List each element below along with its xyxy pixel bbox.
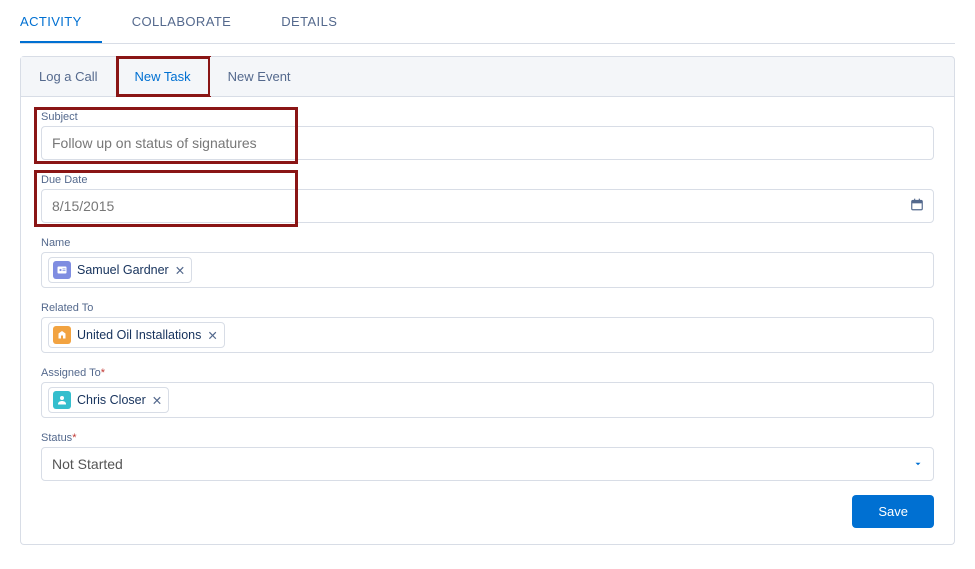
related-to-pill-remove-icon[interactable]: ✕ <box>207 328 217 343</box>
due-date-label: Due Date <box>41 174 934 186</box>
calendar-icon[interactable] <box>910 198 924 215</box>
assigned-to-pill-label: Chris Closer <box>77 393 146 407</box>
assigned-to-label: Assigned To* <box>41 367 934 379</box>
assigned-to-pill: Chris Closer ✕ <box>48 387 169 413</box>
main-tab-bar: ACTIVITY COLLABORATE DETAILS <box>20 0 955 44</box>
name-label: Name <box>41 237 934 249</box>
name-pill-remove-icon[interactable]: ✕ <box>175 263 185 278</box>
related-to-lookup[interactable]: United Oil Installations ✕ <box>41 317 934 353</box>
subtab-log-a-call[interactable]: Log a Call <box>21 57 117 96</box>
tab-activity[interactable]: ACTIVITY <box>20 0 102 43</box>
name-group: Name Samuel Gardner ✕ <box>41 237 934 288</box>
due-date-input[interactable] <box>41 189 934 223</box>
related-to-pill: United Oil Installations ✕ <box>48 322 225 348</box>
subject-group: Subject <box>41 111 934 160</box>
tab-details[interactable]: DETAILS <box>281 0 357 43</box>
related-to-pill-label: United Oil Installations <box>77 328 201 342</box>
user-icon <box>53 391 71 409</box>
due-date-group: Due Date <box>41 174 934 223</box>
subject-input[interactable] <box>41 126 934 160</box>
status-group: Status* Not Started <box>41 432 934 481</box>
activity-subtabs: Log a Call New Task New Event <box>20 56 955 97</box>
new-task-form: Subject Due Date Name Samuel Gardner <box>20 97 955 545</box>
subtab-new-event[interactable]: New Event <box>210 57 309 96</box>
form-actions: Save <box>41 495 934 528</box>
assigned-to-group: Assigned To* Chris Closer ✕ <box>41 367 934 418</box>
status-label: Status* <box>41 432 934 444</box>
related-to-group: Related To United Oil Installations ✕ <box>41 302 934 353</box>
subtab-new-task[interactable]: New Task <box>117 57 210 96</box>
status-select[interactable]: Not Started <box>41 447 934 481</box>
save-button[interactable]: Save <box>852 495 934 528</box>
assigned-to-pill-remove-icon[interactable]: ✕ <box>152 393 162 408</box>
name-pill: Samuel Gardner ✕ <box>48 257 192 283</box>
activity-panel: ACTIVITY COLLABORATE DETAILS Log a Call … <box>0 0 975 565</box>
assigned-to-lookup[interactable]: Chris Closer ✕ <box>41 382 934 418</box>
chevron-down-icon <box>913 456 923 472</box>
status-value: Not Started <box>52 456 123 472</box>
subject-label: Subject <box>41 111 934 123</box>
contact-icon <box>53 261 71 279</box>
account-icon <box>53 326 71 344</box>
name-lookup[interactable]: Samuel Gardner ✕ <box>41 252 934 288</box>
tab-collaborate[interactable]: COLLABORATE <box>132 0 252 43</box>
related-to-label: Related To <box>41 302 934 314</box>
name-pill-label: Samuel Gardner <box>77 263 169 277</box>
